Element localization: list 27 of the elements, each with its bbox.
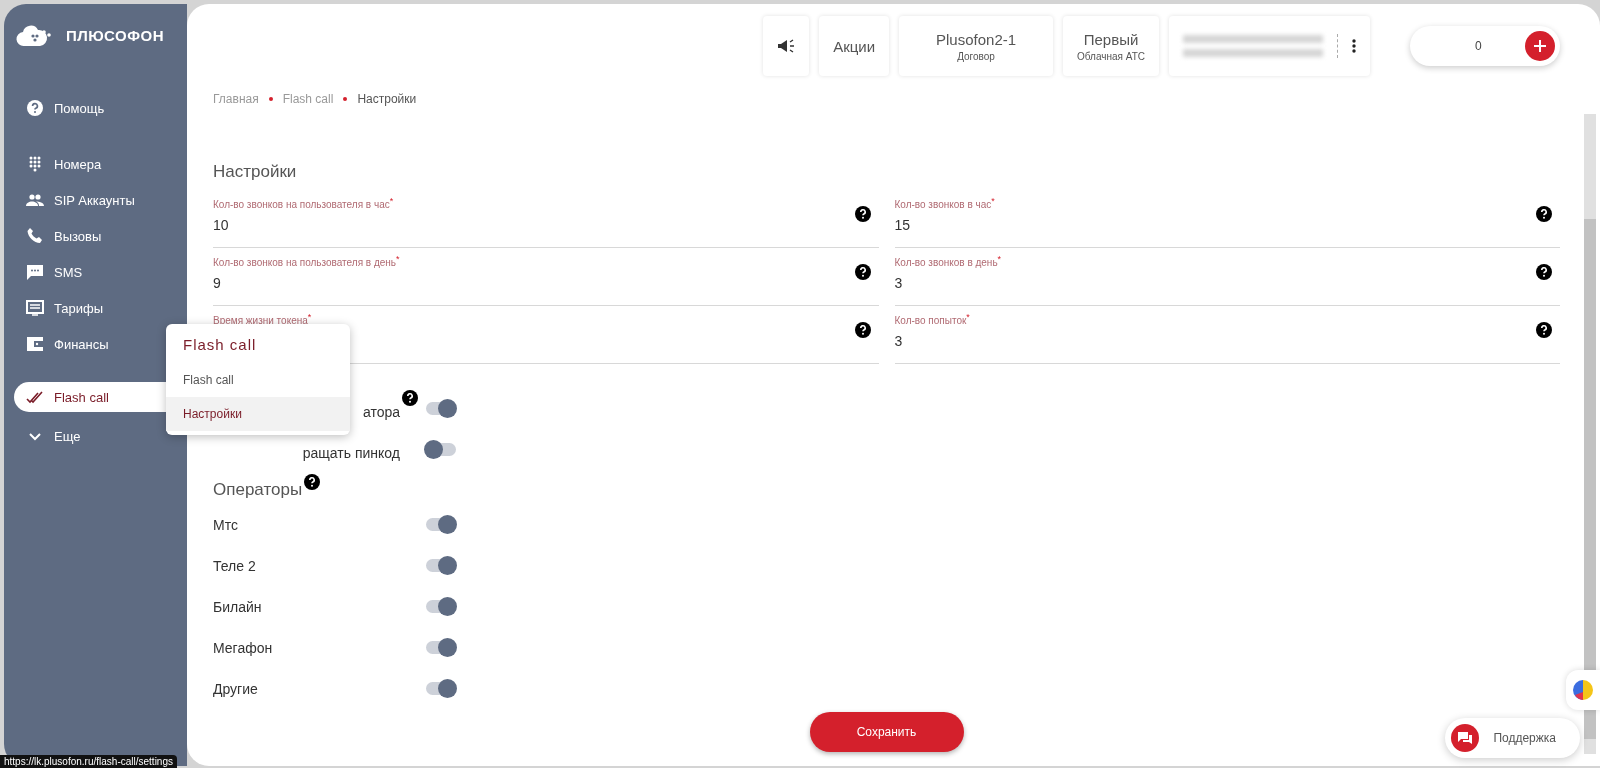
tile-subtitle: Облачная АТС (1077, 50, 1145, 62)
field-value: 3 (894, 275, 904, 292)
toggle-label: ращать пинкод (302, 444, 400, 461)
tile-title: Plusofon2-1 (936, 30, 1017, 48)
field-value: 10 (213, 217, 230, 234)
operator-label: Другие (213, 680, 259, 697)
balance-value: 0 (1475, 39, 1482, 53)
operator-label: Билайн (213, 598, 263, 615)
tile-title: Первый (1083, 30, 1139, 48)
field-label: Кол-во звонков на пользователя в час$^{*}$ (213, 196, 395, 211)
status-url: https://lk.plusofon.ru/flash-call/settings (0, 755, 177, 768)
tile-subtitle: Договор (957, 50, 995, 62)
field-label: Кол-во звонков в час$^{*}$ (894, 196, 996, 211)
logo-text: ПЛЮСОФОН (66, 26, 164, 44)
field-value: 3 (894, 333, 904, 350)
field-label: Кол-во звонков на пользователя в день$^{*}$ (213, 254, 401, 269)
field-value: 9 (213, 275, 222, 292)
operator-label: Мтс (213, 516, 239, 533)
operator-label: Мегафон (213, 639, 274, 656)
field-label: Кол-во звонков в день$^{*}$ (894, 254, 1003, 269)
section-title: Операторы (213, 480, 303, 500)
field-value: 15 (894, 217, 912, 234)
field-label: Кол-во попыток$^{*}$ (894, 312, 971, 327)
operator-label: Теле 2 (213, 557, 257, 574)
section-title: Настройки (213, 162, 298, 182)
toggle-label: атора (362, 403, 400, 420)
field-label: Время жизни токена$^{*}$ (213, 312, 313, 327)
